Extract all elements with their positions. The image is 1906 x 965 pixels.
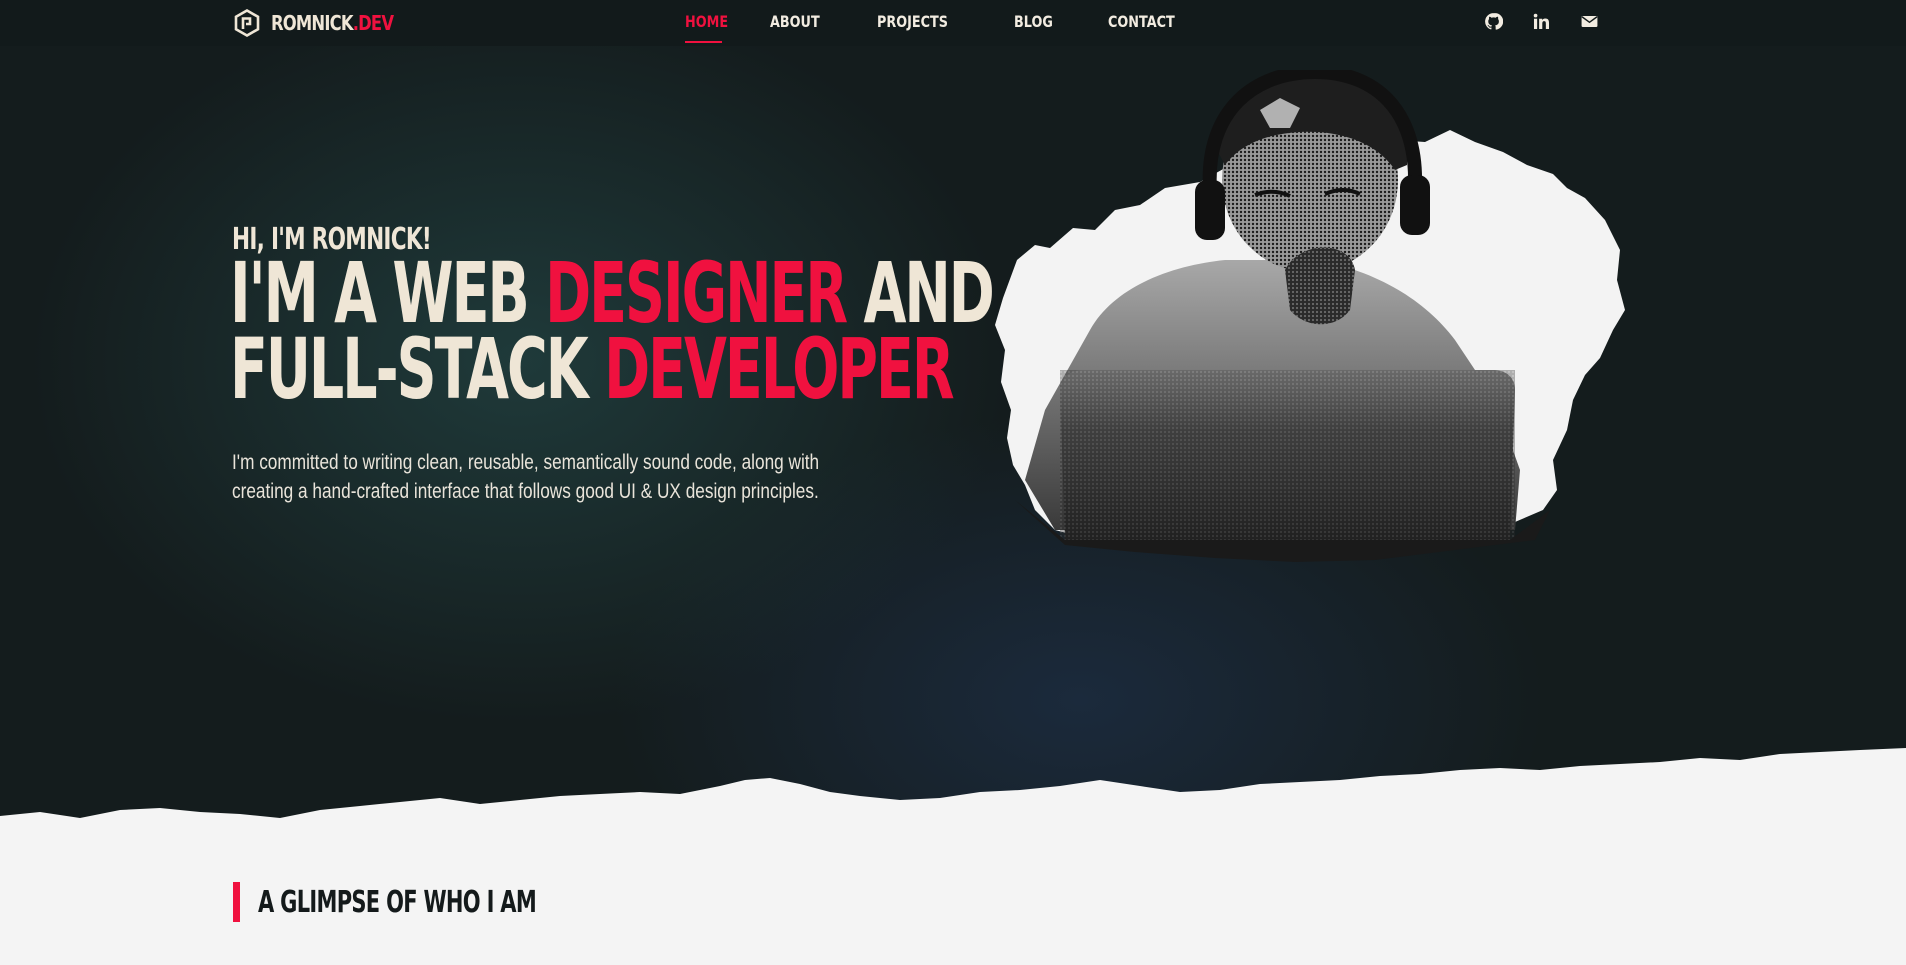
envelope-icon[interactable]: [1578, 10, 1600, 32]
section-heading: A GLIMPSE OF WHO I AM: [233, 882, 655, 922]
section-accent-bar: [233, 882, 240, 922]
nav-link-contact[interactable]: CONTACT: [1108, 8, 1175, 35]
hero-section: ROMNICK.DEV HOME ABOUT PROJECTS BLOG CON…: [0, 0, 1906, 840]
nav-item-blog[interactable]: BLOG: [1014, 8, 1063, 38]
torn-paper-divider: [0, 748, 1906, 840]
section-title: A GLIMPSE OF WHO I AM: [258, 884, 537, 920]
nav-item-about[interactable]: ABOUT: [770, 8, 832, 38]
social-links: [1482, 10, 1600, 32]
nav-link-blog[interactable]: BLOG: [1014, 8, 1053, 35]
headline-line-2: FULL-STACK DEVELOPER: [230, 320, 955, 418]
hero-headline: I'M A WEB DESIGNER AND FULL-STACK DEVELO…: [230, 251, 995, 418]
nav-item-projects[interactable]: PROJECTS: [877, 8, 966, 38]
nav-link-home[interactable]: HOME: [685, 8, 728, 35]
github-icon[interactable]: [1482, 10, 1504, 32]
hero-intro: I'm committed to writing clean, reusable…: [232, 451, 820, 503]
hero-portrait-image: [995, 70, 1625, 562]
hexagon-logo-icon: [234, 9, 260, 37]
brand[interactable]: ROMNICK.DEV: [233, 9, 420, 37]
brand-name: ROMNICK.DEV: [271, 11, 394, 35]
top-nav: ROMNICK.DEV HOME ABOUT PROJECTS BLOG CON…: [0, 0, 1906, 46]
nav-item-contact[interactable]: CONTACT: [1108, 8, 1191, 38]
linkedin-icon[interactable]: [1530, 10, 1552, 32]
main-menu: HOME ABOUT PROJECTS BLOG CONTACT: [665, 0, 1192, 46]
nav-link-projects[interactable]: PROJECTS: [877, 8, 948, 35]
nav-link-about[interactable]: ABOUT: [770, 8, 820, 35]
nav-item-home[interactable]: HOME: [685, 8, 728, 43]
